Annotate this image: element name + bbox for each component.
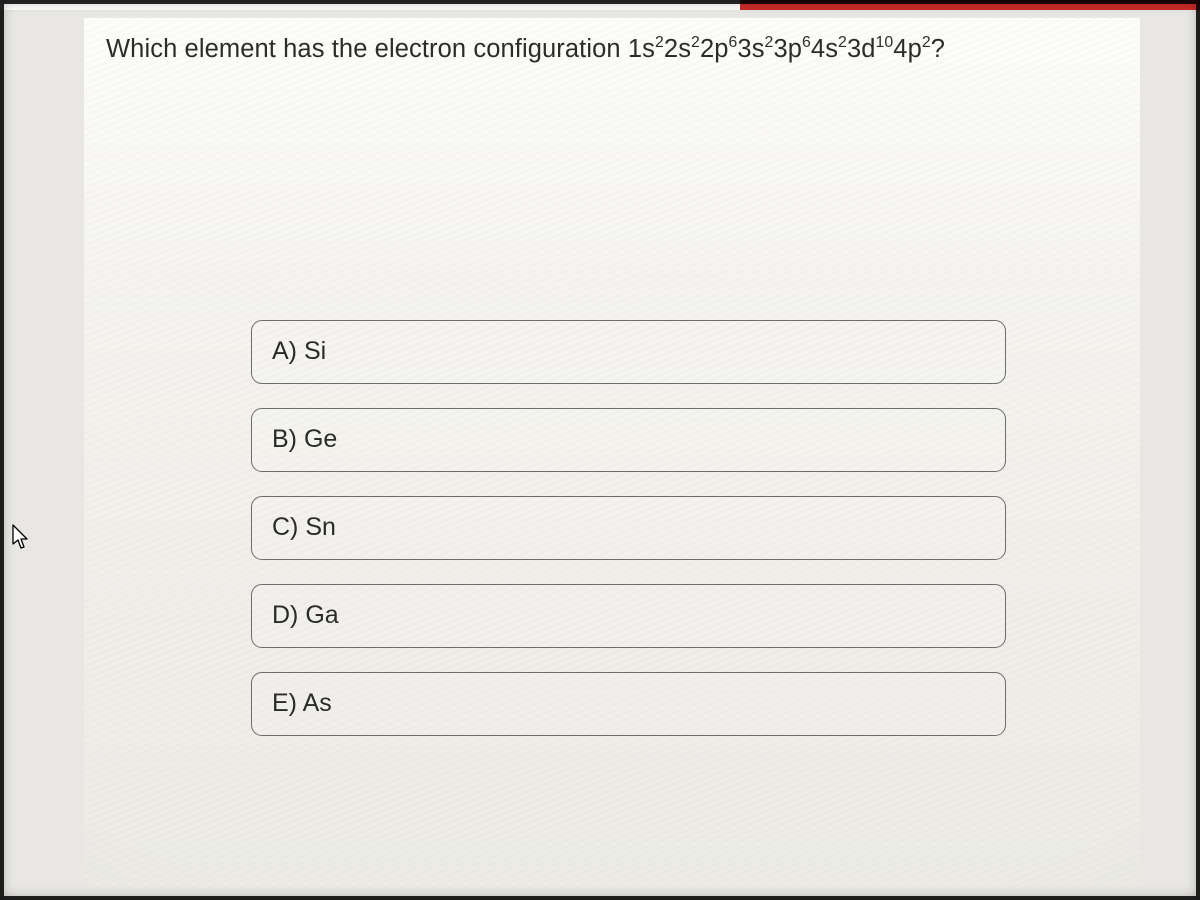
answer-text: As: [303, 689, 332, 717]
question-prefix: Which element has the electron configura…: [106, 35, 628, 63]
answer-letter: A): [272, 337, 297, 365]
answer-list: A) Si B) Ge C) Sn D) Ga E) As: [251, 320, 1006, 736]
cursor-icon: [12, 524, 30, 555]
answer-option-b[interactable]: B) Ge: [251, 408, 1006, 472]
answer-text: Ge: [304, 425, 337, 453]
question-text: Which element has the electron configura…: [84, 18, 1140, 66]
answer-option-a[interactable]: A) Si: [251, 320, 1006, 384]
question-suffix: ?: [931, 35, 945, 63]
answer-letter: B): [272, 425, 297, 453]
answer-text: Si: [304, 337, 326, 365]
page-area: Which element has the electron configura…: [0, 0, 1200, 900]
answer-option-c[interactable]: C) Sn: [251, 496, 1006, 560]
question-card: Which element has the electron configura…: [84, 18, 1140, 888]
answer-option-d[interactable]: D) Ga: [251, 584, 1006, 648]
top-red-strip: [740, 0, 1200, 10]
answer-letter: D): [272, 601, 298, 629]
answer-option-e[interactable]: E) As: [251, 672, 1006, 736]
answer-text: Sn: [305, 513, 336, 541]
top-white-strip: [0, 0, 760, 10]
answer-letter: E): [272, 689, 297, 717]
answer-letter: C): [272, 513, 298, 541]
electron-config: 1s22s22p63s23p64s23d104p2: [628, 35, 931, 63]
answer-text: Ga: [305, 601, 338, 629]
